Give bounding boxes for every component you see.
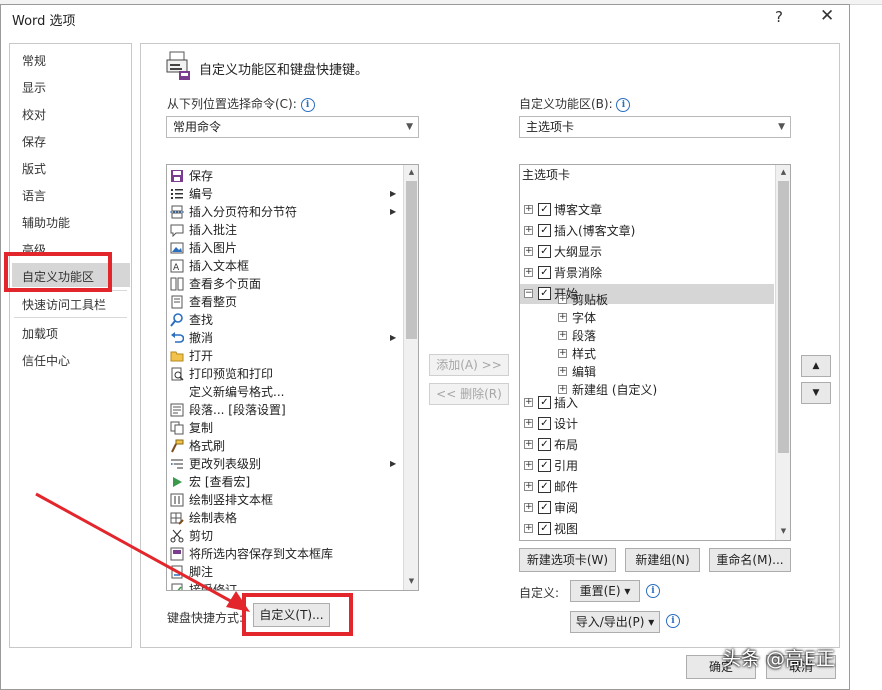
watermark: 头条 @高E正 <box>722 648 836 670</box>
annotation-arrow <box>35 492 250 612</box>
